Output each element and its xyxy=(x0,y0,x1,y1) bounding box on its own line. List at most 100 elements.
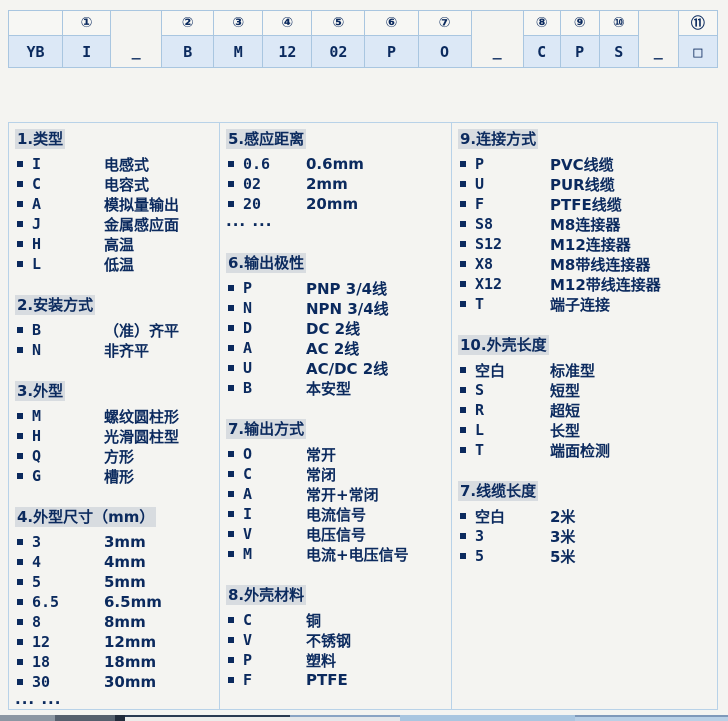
legend-row: 55mm xyxy=(15,572,215,592)
legend-section: 8.外壳材料C铜V不锈钢P塑料FPTFE xyxy=(226,586,447,690)
ordering-guide-page: ①_②③④⑤⑥⑦_⑧⑨⑩_⑪ YBIBM1202POCPS□ 1.类型I电感式C… xyxy=(0,10,728,721)
square-bullet-icon xyxy=(228,451,234,457)
legend-row: DDC 2线 xyxy=(226,318,447,338)
legend-row: 空白2米 xyxy=(458,506,713,526)
legend-panel-3: 9.连接方式PPVC线缆UPUR线缆FPTFE线缆S8M8连接器S12M12连接… xyxy=(451,123,717,709)
square-bullet-icon xyxy=(228,657,234,663)
option-code: U xyxy=(243,359,306,377)
legend-row: C电容式 xyxy=(15,174,215,194)
option-code: 3 xyxy=(32,533,104,551)
legend-row: UPUR线缆 xyxy=(458,174,713,194)
option-description: 0.6mm xyxy=(306,155,364,173)
option-code: L xyxy=(32,255,104,273)
legend-row: A模拟量输出 xyxy=(15,194,215,214)
option-code: D xyxy=(243,319,306,337)
option-description: PTFE线缆 xyxy=(550,194,622,215)
option-code: C xyxy=(243,611,306,629)
separator-cell: _ xyxy=(471,11,523,68)
section-title-text: 9.连接方式 xyxy=(458,129,538,149)
square-bullet-icon xyxy=(460,281,466,287)
legend-row: P塑料 xyxy=(226,650,447,670)
option-code: I xyxy=(32,155,104,173)
position-number-cell: ④ xyxy=(263,11,312,36)
cropped-edge-segment xyxy=(0,715,55,721)
legend-section: 7.输出方式O常开C常闭A常开+常闭I电流信号V电压信号M电流+电压信号 xyxy=(226,420,447,564)
square-bullet-icon xyxy=(17,559,23,565)
square-bullet-icon xyxy=(460,553,466,559)
legend-row: I电流信号 xyxy=(226,504,447,524)
position-number-cell: ⑦ xyxy=(418,11,471,36)
square-bullet-icon xyxy=(228,531,234,537)
legend-row: 6.56.5mm xyxy=(15,592,215,612)
option-code: I xyxy=(243,505,306,523)
legend-row: FPTFE线缆 xyxy=(458,194,713,214)
option-description: 18mm xyxy=(104,653,156,671)
square-bullet-icon xyxy=(460,513,466,519)
option-description: DC 2线 xyxy=(306,318,360,339)
option-code: V xyxy=(243,631,306,649)
legend-row: R超短 xyxy=(458,400,713,420)
square-bullet-icon xyxy=(228,201,234,207)
option-description: 铜 xyxy=(306,610,321,631)
square-bullet-icon xyxy=(17,433,23,439)
section-title-text: 7.输出方式 xyxy=(226,419,306,439)
legend-row: 88mm xyxy=(15,612,215,632)
option-description: 3mm xyxy=(104,533,146,551)
option-code: S xyxy=(475,381,550,399)
square-bullet-icon xyxy=(17,261,23,267)
section-title: 7.输出方式 xyxy=(226,420,447,438)
square-bullet-icon xyxy=(460,407,466,413)
square-bullet-icon xyxy=(17,413,23,419)
option-code: M xyxy=(32,407,104,425)
square-bullet-icon xyxy=(17,639,23,645)
option-description: PUR线缆 xyxy=(550,174,615,195)
option-code: P xyxy=(475,155,550,173)
legend-section: 3.外型M螺纹圆柱形H光滑圆柱型Q方形G槽形 xyxy=(15,382,215,486)
option-code: 4 xyxy=(32,553,104,571)
legend-row: 022mm xyxy=(226,174,447,194)
square-bullet-icon xyxy=(460,367,466,373)
square-bullet-icon xyxy=(17,599,23,605)
code-cell: 12 xyxy=(263,36,312,68)
option-description: AC 2线 xyxy=(306,338,359,359)
square-bullet-icon xyxy=(228,345,234,351)
option-description: 4mm xyxy=(104,553,146,571)
option-code: S8 xyxy=(475,215,550,233)
position-number-cell xyxy=(9,11,63,36)
square-bullet-icon xyxy=(460,241,466,247)
section-title: 10.外壳长度 xyxy=(458,336,713,354)
option-code: F xyxy=(243,671,306,689)
square-bullet-icon xyxy=(17,453,23,459)
code-cell: □ xyxy=(678,36,717,68)
legend-section: 2.安装方式B（准）齐平N非齐平 xyxy=(15,296,215,360)
legend-row: J金属感应面 xyxy=(15,214,215,234)
option-code: 5 xyxy=(475,547,550,565)
option-code: T xyxy=(475,295,550,313)
option-description: AC/DC 2线 xyxy=(306,358,388,379)
option-code: 0.6 xyxy=(243,155,306,173)
option-code: X12 xyxy=(475,275,550,293)
square-bullet-icon xyxy=(460,387,466,393)
code-cell: B xyxy=(162,36,214,68)
legend-row: 33米 xyxy=(458,526,713,546)
square-bullet-icon xyxy=(228,471,234,477)
option-description: 槽形 xyxy=(104,466,134,487)
section-title: 1.类型 xyxy=(15,130,215,148)
option-description: （准）齐平 xyxy=(104,320,179,341)
model-code-table: ①_②③④⑤⑥⑦_⑧⑨⑩_⑪ YBIBM1202POCPS□ xyxy=(8,10,718,68)
position-number-cell: ⑥ xyxy=(365,11,418,36)
legend-row: V电压信号 xyxy=(226,524,447,544)
option-code: X8 xyxy=(475,255,550,273)
option-description: 塑料 xyxy=(306,650,336,671)
position-number-cell: ⑤ xyxy=(312,11,365,36)
legend-row: H光滑圆柱型 xyxy=(15,426,215,446)
square-bullet-icon xyxy=(17,241,23,247)
option-description: M8连接器 xyxy=(550,214,620,235)
legend-row: 空白标准型 xyxy=(458,360,713,380)
cropped-edge-segment xyxy=(575,715,728,721)
code-cell: P xyxy=(560,36,599,68)
option-description: NPN 3/4线 xyxy=(306,298,389,319)
legend-row: M电流+电压信号 xyxy=(226,544,447,564)
legend-row: O常开 xyxy=(226,444,447,464)
square-bullet-icon xyxy=(460,533,466,539)
